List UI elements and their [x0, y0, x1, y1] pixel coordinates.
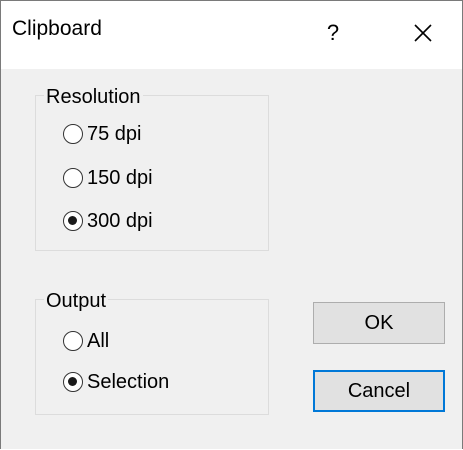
radio-150-dpi[interactable]: 150 dpi: [63, 164, 153, 192]
radio-150-dpi-indicator: [63, 168, 83, 188]
title-bar[interactable]: Clipboard ?: [1, 1, 462, 69]
radio-300-dpi[interactable]: 300 dpi: [63, 207, 153, 235]
radio-selection-label: Selection: [87, 370, 170, 393]
radio-all[interactable]: All: [63, 327, 109, 355]
clipboard-dialog: Clipboard ? Resolution 75 dpi 150 dpi 30…: [0, 0, 463, 449]
close-icon: [414, 24, 432, 42]
resolution-group-label: Resolution: [44, 85, 143, 109]
output-group: [35, 299, 269, 415]
radio-all-indicator: [63, 331, 83, 351]
output-group-label: Output: [44, 289, 109, 313]
radio-300-dpi-indicator: [63, 211, 83, 231]
close-button[interactable]: [401, 11, 445, 55]
help-icon: ?: [326, 20, 340, 45]
help-button[interactable]: ?: [313, 13, 353, 53]
radio-selection-indicator: [63, 372, 83, 392]
radio-all-label: All: [87, 329, 110, 352]
radio-75-dpi-indicator: [63, 124, 83, 144]
radio-75-dpi-label: 75 dpi: [87, 122, 142, 145]
radio-selection[interactable]: Selection: [63, 368, 169, 396]
cancel-button[interactable]: Cancel: [313, 370, 445, 412]
ok-button[interactable]: OK: [313, 302, 445, 344]
ok-button-label: OK: [364, 311, 394, 334]
radio-300-dpi-label: 300 dpi: [87, 209, 153, 232]
window-title: Clipboard: [12, 17, 102, 40]
radio-150-dpi-label: 150 dpi: [87, 166, 153, 189]
cancel-button-label: Cancel: [347, 379, 411, 402]
radio-75-dpi[interactable]: 75 dpi: [63, 120, 142, 148]
